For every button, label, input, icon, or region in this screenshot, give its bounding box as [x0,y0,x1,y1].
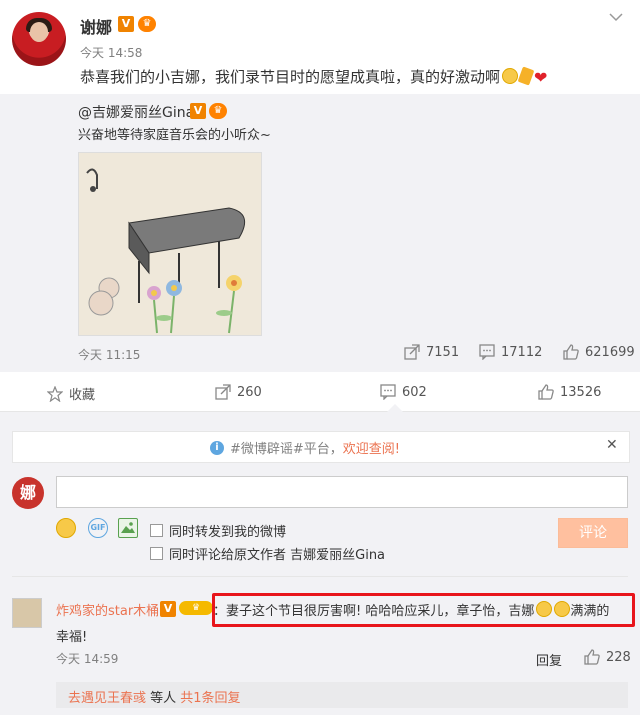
divider [12,576,628,577]
commenter-name[interactable]: 炸鸡家的star木桶 [56,600,159,619]
avatar-face [30,22,48,42]
like-count: 621699 [585,344,635,360]
verified-icon: V [118,16,134,32]
comment-icon [479,344,495,360]
submit-comment-button[interactable]: 评论 [558,518,628,548]
image-upload-icon[interactable] [118,518,138,538]
chevron-down-icon[interactable] [606,8,626,28]
favorite-button[interactable]: 收藏 [47,384,95,403]
heart-icon: ❤ [534,68,548,87]
thumbs-up-icon [538,384,554,400]
favorite-label: 收藏 [69,388,96,403]
info-icon: i [210,440,224,455]
comment-button[interactable]: 602 [380,384,427,400]
comment-count: 602 [402,384,427,400]
comment-input[interactable] [56,476,628,508]
repost-checkbox-row[interactable]: 同时转发到我的微博 [150,521,286,540]
commenter-badges: V ♛ [160,601,213,617]
thumbs-up-icon [584,649,600,665]
post-text: 恭喜我们的小吉娜，我们录节目时的愿望成真啦，真的好激动啊 ❤ [80,66,547,87]
author-name[interactable]: 谢娜 [80,14,112,38]
post-text-body: 恭喜我们的小吉娜，我们录节目时的愿望成真啦，真的好激动啊 [80,68,501,86]
comment-icon [380,384,396,400]
notice-prefix[interactable]: #微博辟谣#平台， [230,438,343,457]
repost-checkbox-label: 同时转发到我的微博 [169,525,287,540]
rumor-notice-text: i #微博辟谣#平台， 欢迎查阅! [210,438,400,457]
share-icon [215,384,231,400]
close-icon[interactable]: ✕ [606,437,618,453]
comment-author-checkbox-row[interactable]: 同时评论给原文作者 吉娜爱丽丝Gina [150,544,385,563]
verified-icon: V [160,601,176,617]
repost-share-count[interactable]: 7151 [404,344,459,360]
member-crown-icon: ♛ [209,103,227,119]
comment-count: 17112 [501,344,543,360]
like-count: 13526 [560,384,602,400]
commenter-avatar[interactable] [12,598,42,628]
comment-time: 今天 14:59 [56,652,119,666]
star-icon [47,385,63,402]
author-badges: V ♛ [118,16,156,32]
smile-emoji-icon [502,68,519,84]
share-count: 260 [237,384,262,400]
comment-author-checkbox-label: 同时评论给原文作者 吉娜爱丽丝Gina [169,548,386,563]
thumbs-up-icon [563,344,579,360]
repost-author-badges: V ♛ [190,103,227,119]
party-popper-icon [517,66,535,86]
member-crown-icon: ♛ [138,16,156,32]
repost-checkbox[interactable] [150,524,163,537]
comment-text-continued: 幸福! [56,630,88,645]
share-icon [404,344,420,360]
comment-highlight-box [212,593,635,627]
comment-caret [387,404,403,412]
member-crown-icon: ♛ [179,601,213,615]
sub-reply-count-link[interactable]: 共1条回复 [180,691,240,706]
repost-time[interactable]: 今天 11:15 [78,346,140,363]
repost-like-count[interactable]: 621699 [563,344,635,360]
repost-comment-count[interactable]: 17112 [479,344,542,360]
repost-author[interactable]: @吉娜爱丽丝Gina [78,102,194,122]
sub-reply-mid: 等人 [146,691,181,706]
comment-like-count: 228 [606,649,631,665]
emoji-picker-icon[interactable] [56,518,76,538]
share-count: 7151 [426,344,460,360]
notice-link[interactable]: 欢迎查阅! [343,438,400,457]
share-button[interactable]: 260 [215,384,262,400]
reply-button[interactable]: 回复 [536,650,562,669]
verified-icon: V [190,103,206,119]
author-avatar[interactable] [12,12,66,66]
post-time[interactable]: 今天 14:58 [80,44,142,61]
comment-author-checkbox[interactable] [150,547,163,560]
like-button[interactable]: 13526 [538,384,601,400]
sub-reply-user-link[interactable]: 去遇见王春彧 [68,691,146,706]
current-user-avatar[interactable]: 娜 [12,477,44,509]
comment-like-button[interactable]: 228 [584,649,631,665]
gif-icon[interactable]: GIF [88,518,108,538]
repost-text: 兴奋地等待家庭音乐会的小听众~ [78,128,271,143]
sub-replies-text: 去遇见王春彧 等人 共1条回复 [68,687,241,706]
repost-image-piano-drawing[interactable] [78,152,262,336]
